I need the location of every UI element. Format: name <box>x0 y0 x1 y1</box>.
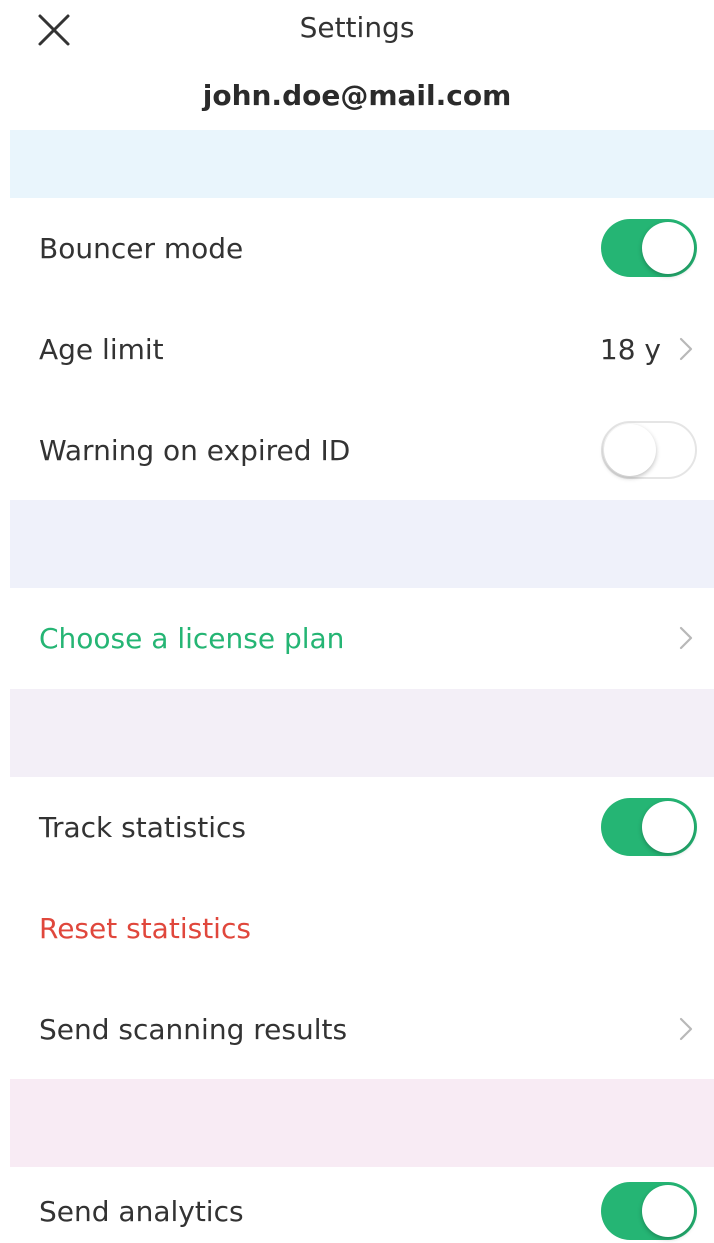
section-separator <box>10 130 714 198</box>
section-separator <box>10 1079 714 1167</box>
age-limit-value: 18 y <box>599 332 661 366</box>
chevron-right-icon <box>675 623 697 653</box>
warning-expired-toggle[interactable] <box>601 421 697 479</box>
chevron-right-icon <box>675 1014 697 1044</box>
chevron-right-icon <box>675 334 697 364</box>
license-plan-row[interactable]: Choose a license plan <box>0 588 714 688</box>
bouncer-mode-label: Bouncer mode <box>39 231 244 265</box>
age-limit-label: Age limit <box>39 332 164 366</box>
send-analytics-label: Send analytics <box>39 1194 244 1228</box>
warning-expired-label: Warning on expired ID <box>39 433 351 467</box>
send-analytics-row: Send analytics <box>0 1167 714 1243</box>
bouncer-mode-toggle[interactable] <box>601 219 697 277</box>
bouncer-mode-row: Bouncer mode <box>0 198 714 298</box>
toggle-knob <box>642 1185 694 1237</box>
age-limit-row[interactable]: Age limit 18 y <box>0 299 714 399</box>
reset-statistics-label: Reset statistics <box>39 911 251 945</box>
toggle-knob <box>642 222 694 274</box>
send-scanning-label: Send scanning results <box>39 1012 348 1046</box>
track-statistics-toggle[interactable] <box>601 798 697 856</box>
send-analytics-toggle[interactable] <box>601 1182 697 1240</box>
toggle-knob <box>642 801 694 853</box>
toggle-knob <box>604 424 656 476</box>
send-scanning-row[interactable]: Send scanning results <box>0 979 714 1079</box>
track-statistics-label: Track statistics <box>39 810 246 844</box>
section-separator <box>10 689 714 777</box>
warning-expired-row: Warning on expired ID <box>0 400 714 500</box>
license-plan-label: Choose a license plan <box>39 621 345 655</box>
track-statistics-row: Track statistics <box>0 777 714 877</box>
section-separator <box>10 500 714 588</box>
settings-screen: Settings john.doe@mail.com Bouncer mode … <box>0 0 714 1243</box>
account-email: john.doe@mail.com <box>202 79 512 112</box>
reset-statistics-row[interactable]: Reset statistics <box>0 878 714 978</box>
page-title: Settings <box>299 11 415 44</box>
